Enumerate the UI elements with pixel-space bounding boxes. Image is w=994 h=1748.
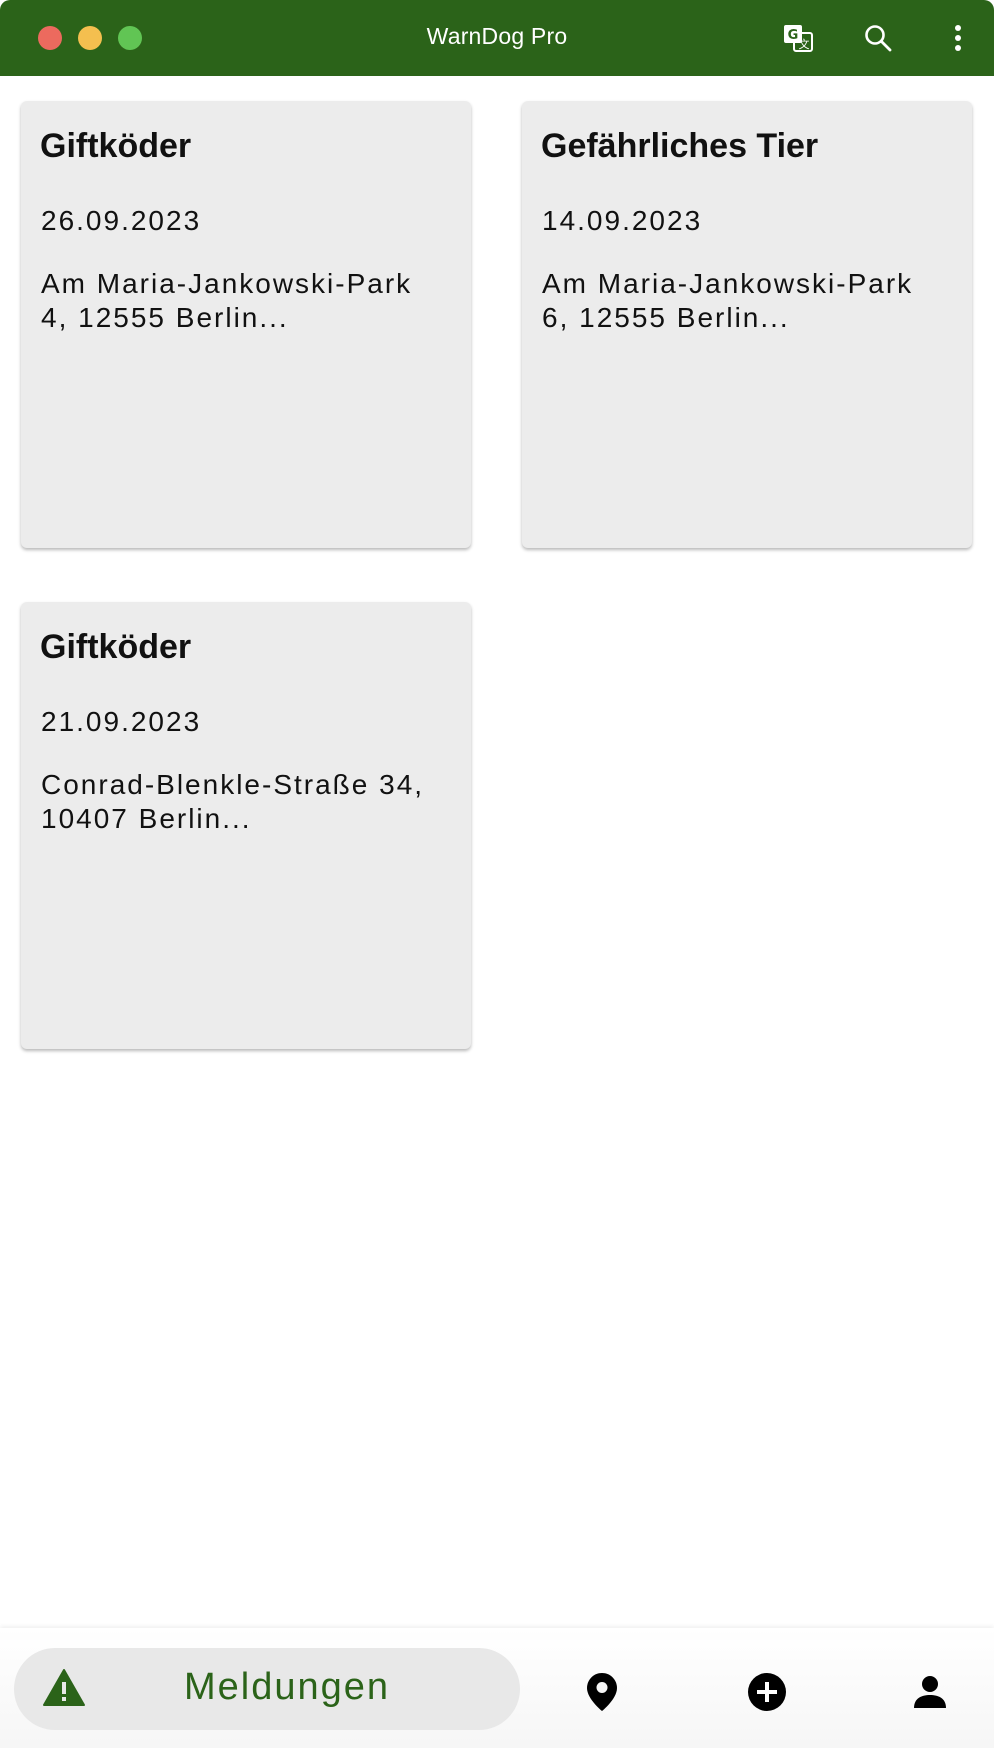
report-date: 26.09.2023 [41,205,202,236]
add-circle-icon [748,1673,786,1711]
nav-item-profile[interactable] [906,1668,954,1716]
search-button[interactable] [860,20,896,56]
location-pin-icon [587,1673,617,1711]
nav-item-meldungen[interactable]: Meldungen [14,1648,520,1730]
title-bar: WarnDog Pro G 文 [0,0,994,76]
bottom-navigation: Meldungen [0,1628,994,1748]
nav-item-label: Meldungen [184,1666,391,1708]
report-title: Giftköder [40,127,192,165]
nav-item-map[interactable] [578,1668,626,1716]
report-address: Conrad-Blenkle-Straße 34, 10407 Berlin..… [41,769,425,834]
report-date: 14.09.2023 [542,205,703,236]
report-date: 21.09.2023 [41,706,202,737]
person-icon [914,1676,946,1708]
warning-icon [43,1669,85,1706]
svg-text:文: 文 [799,37,810,51]
report-address: Am Maria-Jankowski-Park 4, 12555 Berlin.… [41,268,413,333]
report-title: Giftköder [40,628,192,666]
search-icon [865,25,892,52]
more-vert-icon [955,25,961,51]
nav-item-add-report[interactable] [743,1668,791,1716]
more-options-button[interactable] [940,20,976,56]
translate-button[interactable]: G 文 [780,20,816,56]
report-card[interactable]: Gefährliches Tier 14.09.2023 Am Maria-Ja… [522,101,972,548]
svg-text:G: G [788,28,799,43]
translate-icon: G 文 [784,25,813,52]
report-address: Am Maria-Jankowski-Park 6, 12555 Berlin.… [542,268,914,333]
report-card[interactable]: Giftköder 26.09.2023 Am Maria-Jankowski-… [21,101,471,548]
window-title: WarnDog Pro [426,23,568,49]
report-card[interactable]: Giftköder 21.09.2023 Conrad-Blenkle-Stra… [21,602,471,1049]
report-title: Gefährliches Tier [541,127,819,165]
